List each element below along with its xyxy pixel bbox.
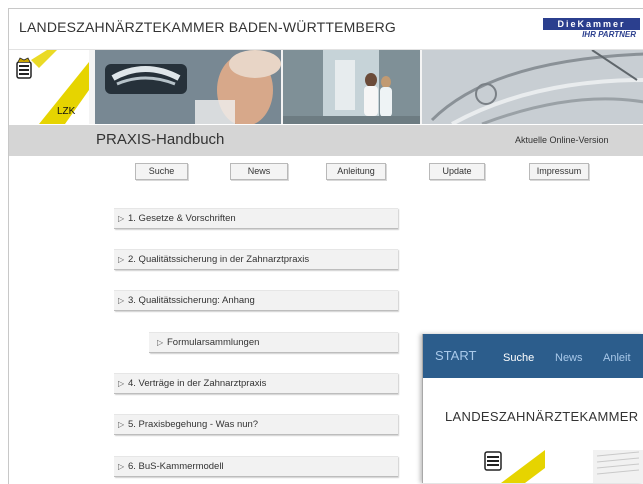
menu-item-gesetze[interactable]: ▷ 1. Gesetze & Vorschriften — [114, 208, 398, 229]
online-version-label: Aktuelle Online-Version — [515, 135, 609, 145]
lzk-logo-text: LZK — [57, 106, 76, 117]
overlay-nav-start[interactable]: START — [435, 348, 476, 363]
overlay-screenshot-panel: START Suche News Anleit LANDESZAHNÄRZTEK… — [422, 334, 643, 483]
expand-triangle-icon: ▷ — [118, 379, 125, 388]
menu-item-qs-anhang[interactable]: ▷ 3. Qualitätssicherung: Anhang — [114, 290, 398, 311]
overlay-nav-bar: START Suche News Anleit — [423, 334, 643, 378]
overlay-nav-anleitung[interactable]: Anleit — [603, 352, 631, 364]
dental-xray-photo — [95, 50, 281, 124]
handbook-title: PRAXIS-Handbuch — [96, 131, 225, 148]
expand-triangle-icon: ▷ — [157, 338, 164, 347]
expand-triangle-icon: ▷ — [118, 255, 125, 264]
menu-item-label: Formularsammlungen — [167, 337, 260, 348]
diekammer-logo-text: DieKammer — [543, 18, 640, 30]
expand-triangle-icon: ▷ — [118, 420, 125, 429]
overlay-lzk-logo — [484, 450, 545, 483]
dental-instruments-photo — [422, 50, 643, 124]
overlay-nav-suche[interactable]: Suche — [503, 352, 534, 364]
menu-item-formularsammlungen[interactable]: ▷ Formularsammlungen — [149, 332, 398, 353]
handbook-headline-bar: PRAXIS-Handbuch Aktuelle Online-Version — [9, 125, 643, 156]
menu-item-label: 6. BuS-Kammermodell — [128, 461, 224, 472]
overlay-paper-image — [593, 450, 643, 483]
nav-button-impressum[interactable]: Impressum — [529, 163, 589, 180]
nav-button-news[interactable]: News — [230, 163, 288, 180]
diekammer-tagline: IHR PARTNER — [582, 30, 636, 39]
expand-triangle-icon: ▷ — [118, 462, 125, 471]
lzk-logo[interactable]: LZK — [9, 50, 89, 124]
top-bar: LANDESZAHNÄRZTEKAMMER BADEN-WÜRTTEMBERG … — [9, 9, 643, 50]
lzk-logo-graphic — [16, 50, 89, 124]
menu-item-qualitaetssicherung[interactable]: ▷ 2. Qualitätssicherung in der Zahnarztpr… — [114, 249, 398, 270]
expand-triangle-icon: ▷ — [118, 296, 125, 305]
overlay-org-title: LANDESZAHNÄRZTEKAMMER — [445, 409, 639, 424]
menu-item-praxisbegehung[interactable]: ▷ 5. Praxisbegehung - Was nun? — [114, 414, 398, 435]
menu-item-bus-kammermodell[interactable]: ▷ 6. BuS-Kammermodell — [114, 456, 398, 477]
clinic-staff-corridor-photo — [283, 50, 420, 124]
nav-button-suche[interactable]: Suche — [135, 163, 188, 180]
nav-button-update[interactable]: Update — [429, 163, 485, 180]
diekammer-logo[interactable]: DieKammer IHR PARTNER — [543, 18, 640, 40]
header-banner: LZK — [9, 50, 643, 124]
menu-item-label: 4. Verträge in der Zahnarztpraxis — [128, 378, 267, 389]
overlay-nav-news[interactable]: News — [555, 352, 583, 364]
menu-item-vertraege[interactable]: ▷ 4. Verträge in der Zahnarztpraxis — [114, 373, 398, 394]
org-title: LANDESZAHNÄRZTEKAMMER BADEN-WÜRTTEMBERG — [19, 19, 397, 35]
menu-item-label: 2. Qualitätssicherung in der Zahnarztpra… — [128, 254, 310, 265]
expand-triangle-icon: ▷ — [118, 214, 125, 223]
nav-button-anleitung[interactable]: Anleitung — [326, 163, 386, 180]
menu-item-label: 5. Praxisbegehung - Was nun? — [128, 419, 259, 430]
menu-item-label: 1. Gesetze & Vorschriften — [128, 213, 236, 224]
menu-item-label: 3. Qualitätssicherung: Anhang — [128, 295, 255, 306]
